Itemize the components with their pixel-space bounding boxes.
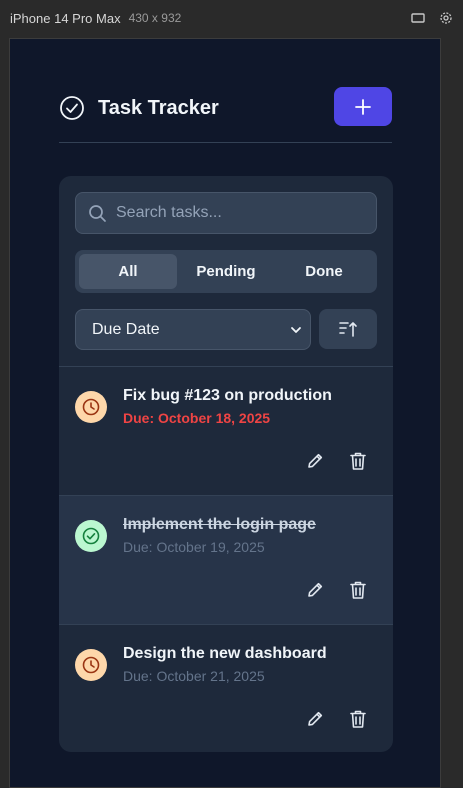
edit-icon[interactable] [305,580,325,605]
edit-icon[interactable] [305,451,325,476]
edit-icon[interactable] [305,709,325,734]
app-header: Task Tracker [59,87,392,143]
task-item: Design the new dashboard Due: October 21… [59,624,393,752]
done-status-icon[interactable] [75,520,107,552]
trash-icon[interactable] [349,451,367,476]
task-name: Fix bug #123 on production [123,387,332,404]
filter-all[interactable]: All [79,254,177,289]
check-circle-icon [59,95,85,121]
page-title: Task Tracker [98,97,219,119]
trash-icon[interactable] [349,709,367,734]
trash-icon[interactable] [349,580,367,605]
device-size: 430 x 932 [128,11,182,25]
sort-select-value: Due Date [92,320,160,338]
filter-pending[interactable]: Pending [177,254,275,289]
add-task-button[interactable] [334,87,392,126]
search-icon [88,204,107,228]
task-due-date: Due: October 19, 2025 [123,539,265,555]
task-name: Implement the login page [123,516,316,533]
search-input[interactable] [116,193,371,233]
pending-status-icon[interactable] [75,391,107,423]
task-item: Fix bug #123 on production Due: October … [59,366,393,495]
task-item: Implement the login page Due: October 19… [59,495,393,624]
sort-ascending-icon [339,322,357,337]
rotate-icon[interactable] [411,12,425,24]
pending-status-icon[interactable] [75,649,107,681]
task-card: All Pending Done Due Date Fix bug #123 o… [59,176,393,752]
devtools-toolbar: iPhone 14 Pro Max 430 x 932 [0,0,463,36]
plus-icon [355,98,371,115]
task-name: Design the new dashboard [123,645,327,662]
filter-done[interactable]: Done [275,254,373,289]
sort-select[interactable]: Due Date [75,309,311,350]
device-viewport: Task Tracker All Pending Done Due Date [9,38,441,788]
device-name[interactable]: iPhone 14 Pro Max [10,11,121,26]
search-box [75,192,377,234]
task-due-date: Due: October 18, 2025 [123,410,271,426]
settings-icon[interactable] [439,11,453,25]
filter-tabs: All Pending Done [75,250,377,293]
task-due-date: Due: October 21, 2025 [123,668,265,684]
chevron-down-icon [290,323,302,341]
sort-direction-button[interactable] [319,309,377,349]
